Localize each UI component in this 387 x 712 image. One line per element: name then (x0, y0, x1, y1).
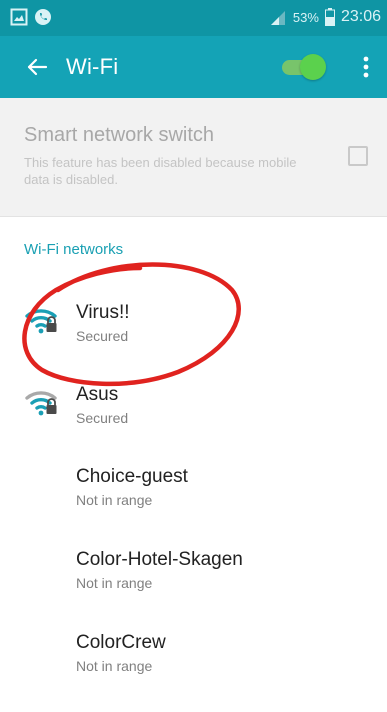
network-status: Not in range (76, 492, 153, 508)
network-name: ColorCrew (76, 632, 166, 653)
status-left-icons (10, 8, 52, 26)
network-item-color-hotel-skagen[interactable]: Color-Hotel-Skagen Not in range (0, 549, 387, 629)
network-status: Secured (76, 328, 129, 344)
smart-network-checkbox (348, 146, 368, 166)
network-name: Virus!! (76, 302, 130, 323)
smart-network-switch-row: Smart network switch This feature has be… (0, 98, 387, 217)
smart-network-title: Smart network switch (24, 124, 215, 146)
switch-thumb (300, 54, 326, 80)
network-name: Color-Hotel-Skagen (76, 549, 243, 570)
signal-strength-icon (270, 11, 285, 25)
phone-notification-icon (35, 9, 51, 25)
status-right: 53% 23:06 (269, 8, 381, 26)
network-status: Secured (76, 410, 129, 426)
wifi-secured-icon (25, 309, 57, 334)
network-item-colorcrew[interactable]: ColorCrew Not in range (0, 632, 387, 712)
network-item-choice-guest[interactable]: Choice-guest Not in range (0, 466, 387, 546)
app-toolbar: Wi-Fi (0, 36, 387, 98)
gallery-notification-icon (10, 8, 28, 26)
network-status: Not in range (76, 575, 153, 591)
network-item-asus[interactable]: Asus Secured (0, 384, 387, 464)
back-arrow-icon[interactable] (22, 52, 52, 82)
wifi-toggle-switch[interactable] (282, 54, 326, 80)
network-name: Asus (76, 384, 119, 405)
network-name: Choice-guest (76, 466, 188, 487)
wifi-secured-icon (25, 391, 57, 416)
more-options-icon[interactable] (355, 52, 377, 82)
smart-network-description: This feature has been disabled because m… (24, 155, 297, 187)
network-status: Not in range (76, 658, 153, 674)
wifi-networks-header: Wi-Fi networks (24, 241, 124, 258)
status-bar: 53% 23:06 (0, 0, 387, 36)
page-title: Wi-Fi (66, 54, 119, 79)
battery-percent: 53% (292, 9, 319, 25)
network-item-virus[interactable]: Virus!! Secured (0, 302, 387, 382)
battery-icon (324, 8, 335, 26)
clock: 23:06 (340, 8, 381, 25)
